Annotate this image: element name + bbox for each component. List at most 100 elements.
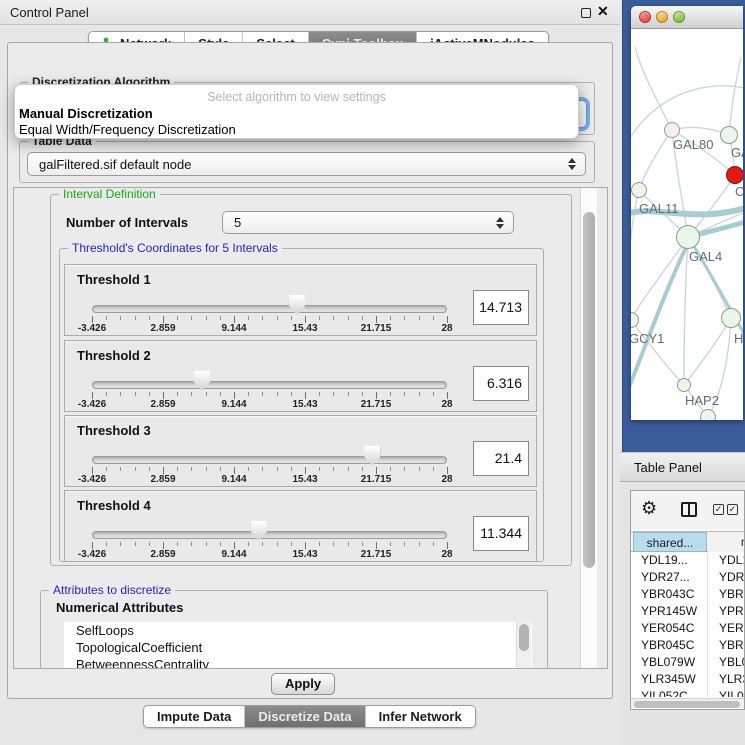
table-panel-header: Table Panel xyxy=(620,452,745,482)
threshold-label: Threshold 1 xyxy=(77,272,151,287)
cell-shared-name: YIL052C xyxy=(641,689,688,697)
cell-name: YBR0 xyxy=(719,638,745,652)
table-row[interactable]: YBR045CYBR0 xyxy=(631,638,745,655)
num-intervals-value: 5 xyxy=(234,215,241,230)
table-toolbar: ⚙ ✓ ✓ xyxy=(631,491,745,530)
interval-definition-title: Interval Definition xyxy=(59,187,160,201)
panel-title: Control Panel xyxy=(10,5,89,20)
table-data-combobox[interactable]: galFiltered.sif default node xyxy=(27,152,586,176)
table-row[interactable]: YER054C YER0 xyxy=(631,621,745,638)
thresholds-group-title: Threshold's Coordinates for 5 Intervals xyxy=(68,241,282,255)
network-node-green[interactable] xyxy=(721,308,741,328)
network-node-green[interactable] xyxy=(631,182,647,198)
algorithm-option[interactable]: Manual Discretization xyxy=(19,106,153,121)
cyni-toolbox-panel: Discretization Algorithm Select algorith… xyxy=(7,42,613,699)
table-rows: YDL19...YDL1YDR27...YDR2YBR043CYBR0YPR14… xyxy=(631,553,745,697)
network-node-green[interactable] xyxy=(676,225,700,249)
attribute-list-item[interactable]: SelfLoops xyxy=(64,622,532,639)
column-header-name[interactable]: na xyxy=(708,532,745,552)
tab-infer-network[interactable]: Infer Network xyxy=(365,706,475,727)
node-label: GCY1 xyxy=(631,331,664,346)
control-panel: Control Panel ✕ NetworkStyleSelectCyni T… xyxy=(0,0,620,745)
cell-shared-name: YBR043C xyxy=(641,587,694,601)
settings-vertical-scrollbar[interactable] xyxy=(580,188,597,668)
network-window-titlebar xyxy=(631,6,743,29)
attribute-list-item[interactable]: TopologicalCoefficient xyxy=(64,639,532,656)
table-row[interactable]: YDR27...YDR2 xyxy=(631,570,745,587)
combo-stepper-icon xyxy=(496,217,504,229)
cell-name: YDR2 xyxy=(719,570,745,584)
slider-track[interactable] xyxy=(92,305,447,313)
network-canvas[interactable]: GAL80GACGAL11GAL4GCY1HHAP2 xyxy=(631,29,743,420)
attributes-scrollbar[interactable] xyxy=(516,622,531,669)
threshold-panel: Threshold 2-3.4262.8599.14415.4321.71528… xyxy=(64,340,537,412)
network-view-window: GAL80GACGAL11GAL4GCY1HHAP2 xyxy=(631,6,743,420)
attribute-list-item[interactable]: BetweennessCentrality xyxy=(64,656,532,669)
cell-shared-name: YLR345W xyxy=(641,672,696,686)
threshold-value-field[interactable]: 14.713 xyxy=(473,290,529,325)
apply-button[interactable]: Apply xyxy=(271,673,335,695)
table-data-value: galFiltered.sif default node xyxy=(39,157,191,172)
threshold-label: Threshold 3 xyxy=(77,423,151,438)
table-horizontal-scrollbar[interactable] xyxy=(631,698,745,708)
threshold-panel: Threshold 3 -3.4262.8599.14415.4321.71528… xyxy=(64,415,537,487)
cell-name: YER0 xyxy=(719,621,745,635)
checkbox-icon[interactable]: ✓ xyxy=(727,504,738,515)
num-intervals-combobox[interactable]: 5 xyxy=(222,211,514,234)
threshold-panel: Threshold 1 -3.4262.8599.14415.4321.71528… xyxy=(64,264,537,336)
minimize-traffic-light-icon[interactable] xyxy=(656,11,668,23)
scrollbar-thumb[interactable] xyxy=(583,212,595,568)
slider-track[interactable] xyxy=(92,531,447,539)
close-icon[interactable]: ✕ xyxy=(597,3,609,20)
threshold-panel: Threshold 4 -3.4262.8599.14415.4321.71528… xyxy=(64,490,537,562)
right-panel: GAL80GACGAL11GAL4GCY1HHAP2 Table Panel ⚙… xyxy=(620,0,745,745)
cell-shared-name: YDL19... xyxy=(641,553,688,567)
settings-scrollpane: Interval Definition Number of Intervals … xyxy=(13,187,608,669)
numerical-attributes-list[interactable]: SelfLoopsTopologicalCoefficientBetweenne… xyxy=(64,622,532,669)
table-row[interactable]: YPR145WYPR1 xyxy=(631,604,745,621)
node-label: GA xyxy=(731,145,743,160)
split-view-icon[interactable] xyxy=(681,502,697,517)
slider-tick-labels: -3.4262.8599.14415.4321.71528 xyxy=(92,549,447,561)
table-row[interactable]: YBL079W YBL0 xyxy=(631,655,745,672)
cell-name: YLR3 xyxy=(719,672,745,686)
threshold-label: Threshold 4 xyxy=(77,498,151,513)
network-node-green[interactable] xyxy=(720,126,738,144)
table-row[interactable]: YBR043CYBR0 xyxy=(631,587,745,604)
tab-discretize-data[interactable]: Discretize Data xyxy=(244,706,364,727)
threshold-value-field[interactable]: 21.4 xyxy=(473,441,529,476)
column-header-shared-name[interactable]: shared... xyxy=(633,532,707,552)
network-node-green[interactable] xyxy=(677,378,691,392)
table-row[interactable]: YIL052C YIL0 xyxy=(631,689,745,697)
cell-name: YIL0 xyxy=(719,689,744,697)
network-node-pink[interactable] xyxy=(664,122,680,138)
zoom-traffic-light-icon[interactable] xyxy=(673,11,685,23)
attributes-group-title: Attributes to discretize xyxy=(49,583,175,597)
cell-name: YPR1 xyxy=(719,604,745,618)
table-row[interactable]: YDL19...YDL1 xyxy=(631,553,745,570)
close-traffic-light-icon[interactable] xyxy=(639,11,651,23)
float-window-icon[interactable] xyxy=(581,8,591,18)
tab-impute-data[interactable]: Impute Data xyxy=(144,706,244,727)
algorithm-option[interactable]: Equal Width/Frequency Discretization xyxy=(19,122,236,137)
threshold-value-field[interactable]: 6.316 xyxy=(473,366,529,401)
slider-track[interactable] xyxy=(92,381,447,389)
cell-shared-name: YBL079W xyxy=(641,655,695,669)
network-node-red[interactable] xyxy=(726,166,743,184)
numerical-attributes-label: Numerical Attributes xyxy=(56,600,183,615)
node-label: GAL80 xyxy=(673,137,713,152)
slider-tick-labels: -3.4262.8599.14415.4321.71528 xyxy=(92,323,447,335)
threshold-value-field[interactable]: 11.344 xyxy=(473,516,529,551)
cell-shared-name: YER054C xyxy=(641,621,694,635)
screen: Control Panel ✕ NetworkStyleSelectCyni T… xyxy=(0,0,745,745)
slider-tick-labels: -3.4262.8599.14415.4321.71528 xyxy=(92,474,447,486)
gear-icon[interactable]: ⚙ xyxy=(641,498,657,519)
network-node-green[interactable] xyxy=(700,409,716,420)
table-panel-title: Table Panel xyxy=(634,460,702,475)
table-row[interactable]: YLR345W YLR3 xyxy=(631,672,745,689)
node-table: ⚙ ✓ ✓ shared... na YDL19...YDL1YDR27...Y… xyxy=(630,490,745,710)
scrollbar-thumb[interactable] xyxy=(634,701,740,708)
checkbox-icon[interactable]: ✓ xyxy=(713,504,724,515)
slider-track[interactable] xyxy=(92,456,447,464)
cell-name: YBL0 xyxy=(719,655,745,669)
